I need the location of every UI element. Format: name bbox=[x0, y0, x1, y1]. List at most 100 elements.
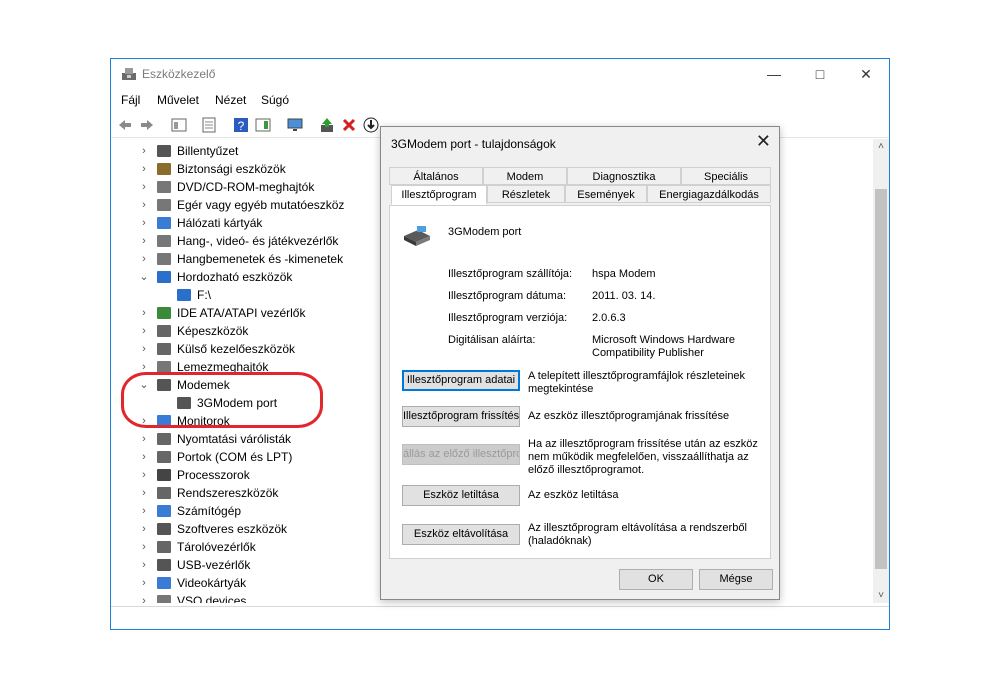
device-category-icon bbox=[157, 559, 171, 571]
tree-category-item[interactable]: › Billentyűzet bbox=[111, 142, 371, 160]
chevron-right-icon[interactable]: › bbox=[139, 142, 149, 160]
device-category-icon bbox=[157, 433, 171, 445]
cancel-button[interactable]: Mégse bbox=[699, 569, 773, 590]
scroll-down-icon[interactable]: ˅ bbox=[873, 590, 889, 601]
chevron-right-icon[interactable]: › bbox=[139, 466, 149, 484]
uninstall-x-icon[interactable] bbox=[341, 117, 357, 133]
tree-item-label: Biztonsági eszközök bbox=[177, 162, 286, 176]
chevron-right-icon[interactable]: › bbox=[139, 520, 149, 538]
scroll-up-icon[interactable]: ˄ bbox=[873, 141, 889, 152]
tree-category-item[interactable]: › Szoftveres eszközök bbox=[111, 520, 371, 538]
tree-child-item[interactable]: F:\ bbox=[111, 286, 371, 304]
tree-category-item[interactable]: › Tárolóvezérlők bbox=[111, 538, 371, 556]
chevron-right-icon[interactable]: › bbox=[139, 556, 149, 574]
tree-category-item[interactable]: › DVD/CD-ROM-meghajtók bbox=[111, 178, 371, 196]
tab-events[interactable]: Események bbox=[565, 185, 647, 203]
chevron-right-icon[interactable]: › bbox=[139, 250, 149, 268]
chevron-right-icon[interactable]: › bbox=[139, 538, 149, 556]
ok-button[interactable]: OK bbox=[619, 569, 693, 590]
uninstall-device-button[interactable]: Eszköz eltávolítása bbox=[402, 524, 520, 545]
disable-device-button[interactable]: Eszköz letiltása bbox=[402, 485, 520, 506]
chevron-right-icon[interactable]: › bbox=[139, 214, 149, 232]
tab-details[interactable]: Részletek bbox=[487, 185, 565, 203]
device-manager-icon bbox=[122, 68, 136, 80]
vertical-scrollbar[interactable]: ˄ ˅ bbox=[873, 139, 889, 603]
digital-signer-value: Microsoft Windows Hardware Compatibility… bbox=[592, 334, 736, 359]
tab-advanced[interactable]: Speciális bbox=[681, 167, 771, 185]
chevron-right-icon[interactable]: › bbox=[139, 322, 149, 340]
tree-category-item[interactable]: › VSO devices bbox=[111, 592, 371, 603]
tree-category-item[interactable]: › Külső kezelőeszközök bbox=[111, 340, 371, 358]
menu-file[interactable]: Fájl bbox=[121, 93, 140, 107]
minimize-button[interactable]: — bbox=[751, 59, 797, 89]
tree-category-item[interactable]: › Egér vagy egyéb mutatóeszköz bbox=[111, 196, 371, 214]
action-pane-icon[interactable] bbox=[255, 117, 271, 133]
properties-icon[interactable] bbox=[201, 117, 217, 133]
tree-category-item[interactable]: › Számítógép bbox=[111, 502, 371, 520]
properties-dialog: 3GModem port - tulajdonságok ✕ Általános… bbox=[380, 126, 780, 600]
menu-action[interactable]: Művelet bbox=[157, 93, 199, 107]
maximize-button[interactable]: □ bbox=[797, 59, 843, 89]
tree-category-item[interactable]: ⌄ Hordozható eszközök bbox=[111, 268, 371, 286]
tree-category-item[interactable]: › Hálózati kártyák bbox=[111, 214, 371, 232]
update-driver-button[interactable]: Illesztőprogram frissítése bbox=[402, 406, 520, 427]
dialog-title: 3GModem port - tulajdonságok bbox=[391, 137, 556, 151]
menu-help[interactable]: Súgó bbox=[261, 93, 289, 107]
scroll-thumb[interactable] bbox=[875, 189, 887, 569]
tab-diagnostics[interactable]: Diagnosztika bbox=[567, 167, 681, 185]
tab-driver[interactable]: Illesztőprogram bbox=[391, 185, 487, 205]
roll-back-driver-button[interactable]: állás az előző illesztőprog bbox=[402, 444, 520, 465]
chevron-right-icon[interactable]: › bbox=[139, 160, 149, 178]
chevron-right-icon[interactable]: › bbox=[139, 448, 149, 466]
driver-details-button[interactable]: Illesztőprogram adatai bbox=[402, 370, 520, 391]
menu-view[interactable]: Nézet bbox=[215, 93, 246, 107]
tree-category-item[interactable]: › Hangbemenetek és -kimenetek bbox=[111, 250, 371, 268]
tab-modem[interactable]: Modem bbox=[483, 167, 567, 185]
device-category-icon bbox=[157, 271, 171, 283]
tree-item-label: Hordozható eszközök bbox=[177, 270, 293, 284]
tree-category-item[interactable]: › Biztonsági eszközök bbox=[111, 160, 371, 178]
chevron-right-icon[interactable]: › bbox=[139, 430, 149, 448]
chevron-right-icon[interactable]: › bbox=[139, 178, 149, 196]
tree-category-item[interactable]: › Hang-, videó- és játékvezérlők bbox=[111, 232, 371, 250]
title-bar[interactable]: Eszközkezelő — □ ✕ bbox=[111, 59, 889, 89]
show-hide-tree-icon[interactable] bbox=[171, 117, 187, 133]
chevron-right-icon[interactable]: › bbox=[139, 232, 149, 250]
roll-back-driver-desc: Ha az illesztőprogram frissítése után az… bbox=[528, 438, 758, 476]
tree-category-item[interactable]: › Videokártyák bbox=[111, 574, 371, 592]
tree-item-label: Hálózati kártyák bbox=[177, 216, 263, 230]
tab-general[interactable]: Általános bbox=[389, 167, 483, 185]
chevron-right-icon[interactable]: › bbox=[139, 304, 149, 322]
dialog-close-icon[interactable]: ✕ bbox=[756, 131, 771, 152]
tree-category-item[interactable]: › USB-vezérlők bbox=[111, 556, 371, 574]
maximize-icon: □ bbox=[815, 66, 825, 82]
download-circle-icon[interactable] bbox=[363, 117, 379, 133]
tab-power-management[interactable]: Energiagazdálkodás bbox=[647, 185, 771, 203]
tree-category-item[interactable]: › Rendszereszközök bbox=[111, 484, 371, 502]
driver-details-desc: A telepített illesztőprogramfájlok részl… bbox=[528, 370, 746, 395]
chevron-right-icon[interactable]: › bbox=[139, 484, 149, 502]
chevron-down-icon[interactable]: ⌄ bbox=[139, 268, 149, 286]
status-bar bbox=[111, 606, 889, 629]
update-driver-icon[interactable] bbox=[319, 117, 335, 133]
chevron-right-icon[interactable]: › bbox=[139, 502, 149, 520]
back-arrow-icon[interactable] bbox=[117, 117, 133, 133]
tree-category-item[interactable]: › IDE ATA/ATAPI vezérlők bbox=[111, 304, 371, 322]
tree-item-label: Tárolóvezérlők bbox=[177, 540, 256, 554]
tree-item-label: DVD/CD-ROM-meghajtók bbox=[177, 180, 315, 194]
close-button[interactable]: ✕ bbox=[843, 59, 889, 89]
chevron-right-icon[interactable]: › bbox=[139, 574, 149, 592]
device-category-icon bbox=[157, 253, 171, 265]
chevron-right-icon[interactable]: › bbox=[139, 196, 149, 214]
tree-category-item[interactable]: › Képeszközök bbox=[111, 322, 371, 340]
tree-item-label: Külső kezelőeszközök bbox=[177, 342, 296, 356]
monitor-icon[interactable] bbox=[287, 117, 303, 133]
forward-arrow-icon[interactable] bbox=[139, 117, 155, 133]
tree-category-item[interactable]: › Portok (COM és LPT) bbox=[111, 448, 371, 466]
tree-category-item[interactable]: › Processzorok bbox=[111, 466, 371, 484]
chevron-right-icon[interactable]: › bbox=[139, 340, 149, 358]
tree-item-label: Hang-, videó- és játékvezérlők bbox=[177, 234, 339, 248]
chevron-right-icon[interactable]: › bbox=[139, 592, 149, 603]
tree-category-item[interactable]: › Nyomtatási várólisták bbox=[111, 430, 371, 448]
help-icon[interactable]: ? bbox=[233, 117, 249, 133]
